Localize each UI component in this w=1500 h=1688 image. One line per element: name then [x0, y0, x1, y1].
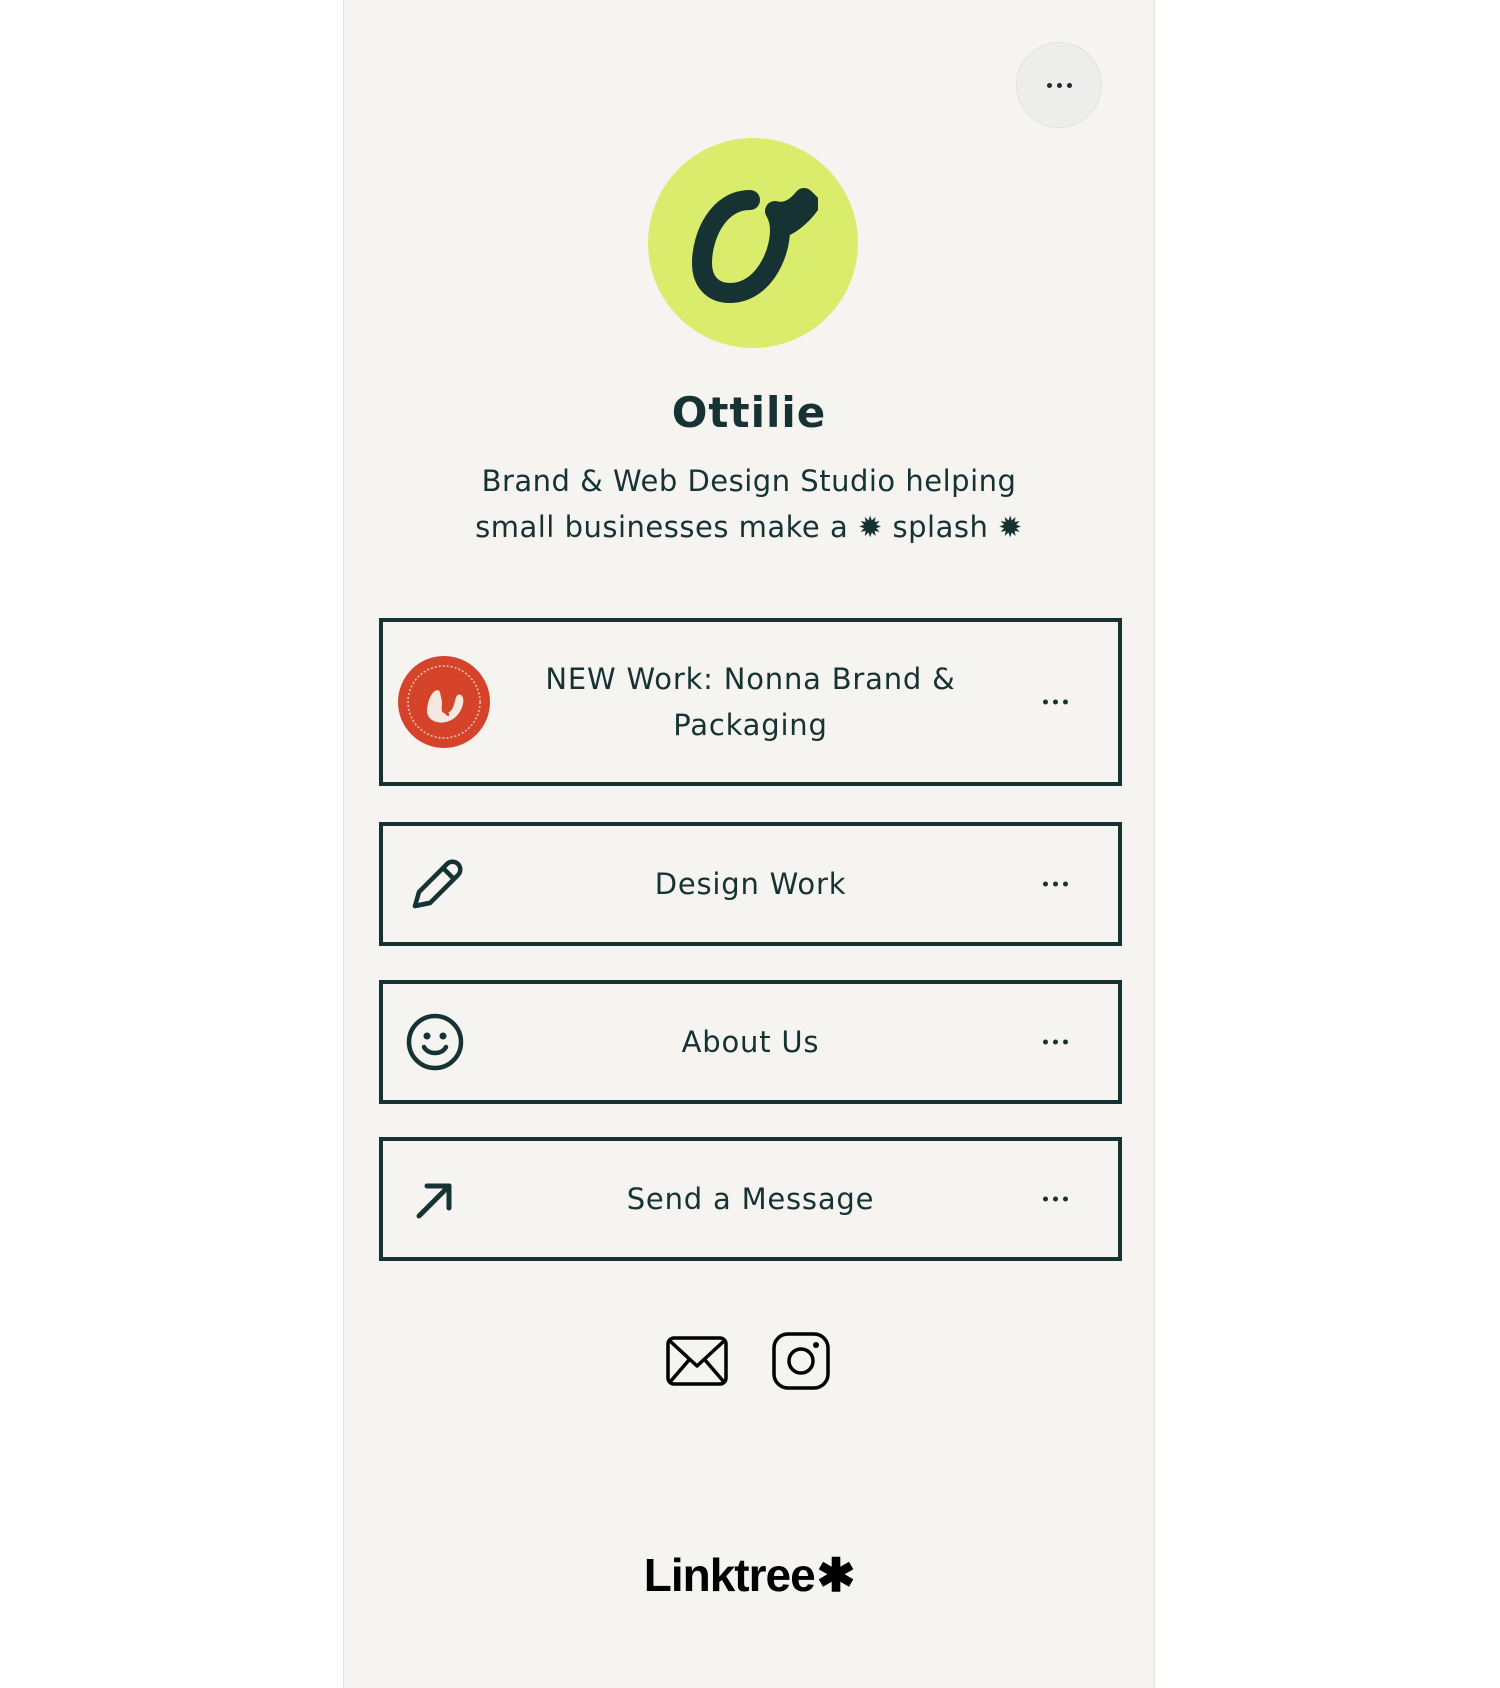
link-nonna-brand[interactable]: NEW Work: Nonna Brand & Packaging [379, 618, 1122, 786]
link-design-work[interactable]: Design Work [379, 822, 1122, 946]
arrow-up-right-icon [409, 1174, 459, 1224]
avatar-o-logo-icon [692, 188, 818, 303]
profile-name: Ottilie [671, 388, 827, 437]
link-label: Send a Message [626, 1182, 875, 1216]
link-send-message[interactable]: Send a Message [379, 1137, 1122, 1261]
profile-bio: Brand & Web Design Studio helping small … [475, 464, 1023, 544]
social-icons [344, 1330, 1154, 1392]
linktree-wordmark: Linktree [643, 1549, 816, 1601]
viewport: Ottilie Brand & Web Design Studio helpin… [0, 0, 1500, 1688]
link-label: NEW Work: Nonna Brand & Packaging [545, 662, 956, 742]
pencil-icon [405, 854, 465, 914]
instagram-icon[interactable] [770, 1330, 832, 1392]
link-about-us[interactable]: About Us [379, 980, 1122, 1104]
profile-panel: Ottilie Brand & Web Design Studio helpin… [343, 0, 1155, 1688]
mail-icon[interactable] [666, 1330, 728, 1392]
more-icon [1046, 82, 1072, 88]
linktree-logo[interactable]: Linktree✱ [344, 1548, 1154, 1602]
link-menu-button[interactable] [1033, 872, 1078, 897]
linktree-star-icon: ✱ [816, 1549, 856, 1601]
smiley-icon [405, 1012, 465, 1072]
avatar [648, 138, 858, 348]
link-menu-button[interactable] [1033, 1187, 1078, 1212]
link-menu-button[interactable] [1033, 690, 1078, 715]
link-label: Design Work [654, 867, 847, 901]
nonna-badge-icon [397, 655, 491, 749]
share-menu-button[interactable] [1016, 42, 1102, 128]
link-menu-button[interactable] [1033, 1030, 1078, 1055]
link-label: About Us [681, 1025, 820, 1059]
